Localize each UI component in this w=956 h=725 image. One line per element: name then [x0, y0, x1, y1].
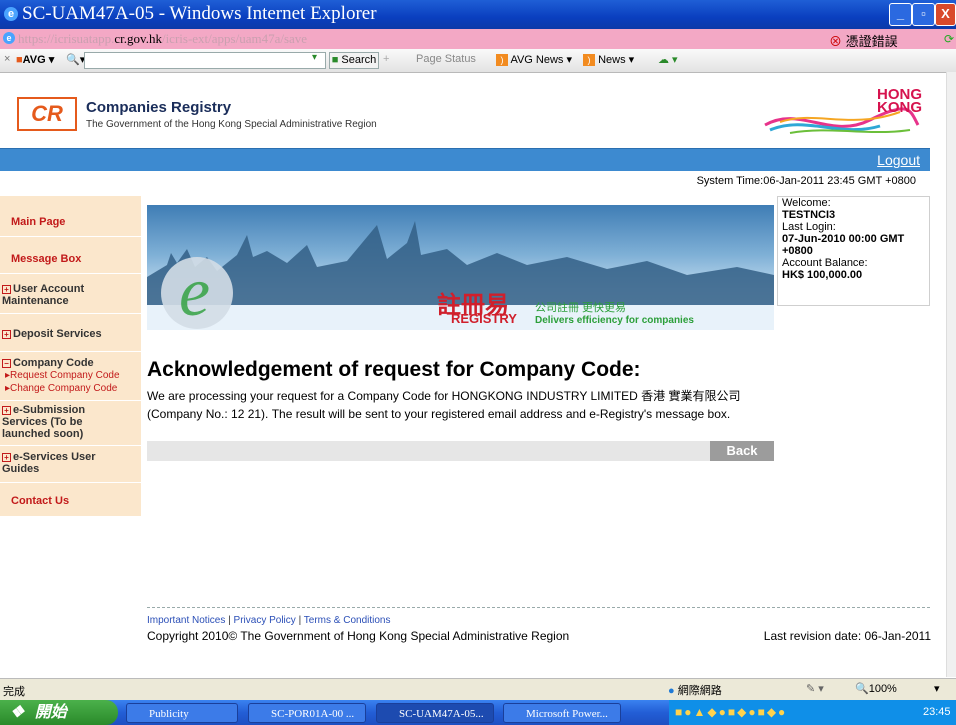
globe-icon: ● [668, 685, 675, 697]
rss-icon: ) [583, 54, 595, 67]
minimize-button[interactable]: _ [889, 3, 912, 26]
sidebar-item-eservices[interactable]: + e-Services User Guides [0, 446, 141, 483]
expand-icon: + [2, 284, 11, 294]
footer-divider [147, 607, 930, 608]
taskbar-item-publicity[interactable]: Publicity [126, 703, 238, 723]
last-login-value: 07-Jun-2010 00:00 GMT +0800 [782, 233, 905, 257]
start-button[interactable]: ❖ 開始 [0, 700, 118, 725]
expand-icon: + [2, 452, 11, 462]
taskbar-item-sc-uam47a[interactable]: SC-UAM47A-05... [376, 703, 494, 723]
page-icon: e [3, 32, 15, 44]
protected-mode-icon[interactable]: ✎ ▾ [806, 682, 824, 695]
terms-link[interactable]: Terms & Conditions [304, 615, 391, 626]
address-bar[interactable]: e https://icrisuatapp.cr.gov.hk/icris-ex… [0, 29, 956, 50]
username: TESTNCI3 [782, 209, 836, 221]
weather-icon[interactable]: ☁ ▾ [658, 53, 678, 66]
maximize-button[interactable]: ▫ [912, 3, 935, 26]
welcome-label: Welcome: [782, 197, 831, 209]
refresh-icon[interactable]: ⟳ [944, 32, 954, 46]
privacy-policy-link[interactable]: Privacy Policy [234, 615, 296, 626]
internet-zone: ● 網際網路 [668, 685, 722, 697]
account-balance-value: HK$ 100,000.00 [782, 269, 863, 281]
search-icon[interactable]: 🔍▾ [66, 53, 85, 66]
zoom-dropdown-icon[interactable]: ▾ [934, 682, 940, 695]
revision-date: Last revision date: 06-Jan-2011 [763, 629, 931, 643]
zoom-control[interactable]: 🔍100% [855, 682, 897, 695]
expand-icon: + [2, 329, 11, 339]
banner-slogan-en: Delivers efficiency for companies [535, 315, 694, 326]
search-input[interactable] [84, 52, 326, 69]
system-time: System Time:06-Jan-2011 23:45 GMT +0800 [696, 175, 916, 187]
windows-logo-icon: ❖ [10, 704, 25, 721]
logout-link[interactable]: Logout [877, 152, 920, 168]
banner-slogan-cn: 公司註冊 更快更易 [535, 302, 627, 314]
collapse-icon: − [2, 358, 11, 368]
back-button[interactable]: Back [710, 441, 774, 461]
system-tray: ■●▲◆●■◆●■◆● 23:45 [669, 700, 956, 725]
copyright: Copyright 2010© The Government of Hong K… [147, 629, 570, 643]
news-button[interactable]: ) News ▾ [583, 53, 634, 67]
acknowledgement-text: We are processing your request for a Com… [147, 389, 741, 421]
sidebar-item-message-box[interactable]: Message Box [0, 237, 141, 274]
e-registry-logo: REGISTRY [451, 311, 517, 326]
avg-news-button[interactable]: ) AVG News ▾ [496, 53, 572, 67]
tray-icons[interactable]: ■●▲◆●■◆●■◆● [675, 705, 787, 719]
sidebar-item-main-page[interactable]: Main Page [0, 196, 141, 237]
page-title: Acknowledgement of request for Company C… [147, 358, 641, 381]
change-company-code-link[interactable]: ▸Change Company Code [5, 383, 117, 394]
rss-icon: ) [496, 54, 508, 67]
action-bar [147, 441, 774, 461]
taskbar-item-powerpoint[interactable]: Microsoft Power... [503, 703, 621, 723]
account-balance-label: Account Balance: [782, 257, 868, 269]
cr-logo: CR [17, 97, 77, 131]
expand-icon: + [2, 405, 11, 415]
search-button[interactable]: ■ Search [329, 52, 379, 69]
ie-icon: e [4, 7, 18, 21]
vertical-scrollbar[interactable] [946, 72, 956, 677]
close-button[interactable]: X [935, 3, 956, 26]
site-title: Companies Registry [86, 99, 232, 116]
e-registry-banner: e 註冊易 REGISTRY 公司註冊 更快更易 Delivers effici… [147, 205, 774, 330]
avg-button[interactable]: ■AVG ▾ [16, 53, 54, 66]
status-bar: 完成 ● 網際網路 ✎ ▾ 🔍100% ▾ [0, 678, 956, 700]
page-status-button[interactable]: Page Status [416, 53, 476, 65]
taskbar-item-sc-por01a[interactable]: SC-POR01A-00 ... [248, 703, 366, 723]
last-login-label: Last Login: [782, 221, 836, 233]
plus-icon[interactable]: + [383, 53, 389, 65]
sidebar-item-user-account[interactable]: + User Account Maintenance [0, 274, 141, 314]
footer-links: Important Notices | Privacy Policy | Ter… [147, 615, 391, 626]
error-icon: ⊗ [829, 34, 843, 49]
status-text: 完成 [3, 686, 25, 698]
sidebar-item-esubmission[interactable]: + e-Submission Services (To be launched s… [0, 401, 141, 446]
search-dropdown-icon[interactable]: ▾ [312, 52, 317, 63]
sidebar-item-deposit[interactable]: + Deposit Services [0, 314, 141, 352]
certificate-error-button[interactable]: ⊗ 憑證錯誤 [829, 31, 898, 50]
svg-text:e: e [179, 254, 210, 330]
sidebar-item-contact[interactable]: Contact Us [0, 483, 141, 517]
hong-kong-logo: HONG KONG [877, 86, 922, 116]
header-bar [0, 148, 930, 171]
url-field[interactable]: https://icrisuatapp.cr.gov.hk/icris-ext/… [18, 31, 307, 47]
important-notices-link[interactable]: Important Notices [147, 615, 225, 626]
welcome-panel: Welcome: TESTNCI3 Last Login: 07-Jun-201… [777, 196, 930, 306]
avg-toolbar: × ■AVG ▾ 🔍▾ ▾ ■ Search + Page Status ) A… [0, 49, 956, 73]
close-toolbar-icon[interactable]: × [4, 53, 10, 65]
window-title-bar: e SC-UAM47A-05 - Windows Internet Explor… [0, 0, 956, 29]
request-company-code-link[interactable]: ▸Request Company Code [5, 370, 120, 381]
sidebar-item-company-code[interactable]: − Company Code ▸Request Company Code ▸Cha… [0, 352, 141, 401]
sidebar: Main Page Message Box + User Account Main… [0, 196, 141, 517]
site-subtitle: The Government of the Hong Kong Special … [86, 119, 377, 130]
clock: 23:45 [923, 706, 951, 718]
window-title: SC-UAM47A-05 - Windows Internet Explorer [22, 3, 377, 24]
